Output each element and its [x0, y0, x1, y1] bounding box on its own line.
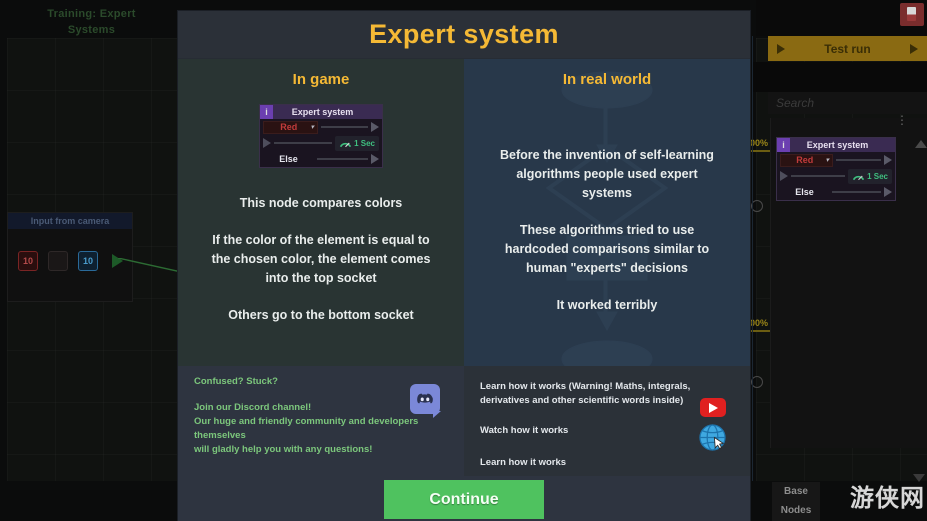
input-from-camera-card[interactable]: Input from camera 10 10 — [7, 212, 133, 302]
palette-menu-dots[interactable]: ⋮ — [896, 114, 908, 126]
demo-node-else-label: Else — [279, 154, 298, 164]
globe-icon[interactable] — [699, 424, 726, 451]
chip-empty[interactable] — [48, 251, 68, 271]
node-info-badge[interactable]: i — [777, 138, 790, 152]
input-chip-row: 10 10 — [8, 229, 132, 271]
modal-actions: Continue — [178, 476, 750, 521]
links-warning-text: Learn how it works (Warning! Maths, inte… — [480, 380, 734, 408]
panel-in-game-body: This node compares colors If the color o… — [178, 194, 464, 325]
modal-header: Expert system — [178, 11, 750, 59]
tutorial-modal: Expert system In game i Expert system Re… — [178, 11, 750, 521]
palette-scroll-up[interactable] — [915, 140, 927, 148]
in-game-paragraph-3: Others go to the bottom socket — [228, 308, 414, 322]
demo-node-expert-system[interactable]: i Expert system Red ▾ 1 Sec Else — [178, 104, 464, 168]
node-timer-label: 1 Sec — [867, 171, 888, 181]
panel-in-game: In game i Expert system Red ▾ 1 Sec Else… — [178, 59, 464, 366]
panel-in-real-world-body: Before the invention of self-learning al… — [464, 146, 750, 315]
demo-node-wire-else — [317, 158, 368, 160]
node-wire-else — [832, 191, 881, 193]
demo-node-socket-top-icon[interactable] — [371, 122, 379, 132]
node-timer[interactable]: 1 Sec — [848, 168, 892, 184]
demo-node-timer[interactable]: 1 Sec — [335, 135, 379, 151]
in-game-paragraph-2: If the color of the element is equal to … — [211, 233, 431, 285]
test-run-label: Test run — [824, 41, 871, 56]
site-watermark: 游侠网 — [850, 485, 925, 512]
demo-node-socket-bottom-icon[interactable] — [371, 154, 379, 164]
real-world-paragraph-2: These algorithms tried to use hardcoded … — [504, 223, 710, 275]
chip-blue[interactable]: 10 — [78, 251, 98, 271]
brush-tool-icon[interactable] — [900, 3, 924, 26]
modal-footer: Confused? Stuck? Join our Discord channe… — [178, 366, 750, 476]
panel-in-game-heading: In game — [292, 71, 350, 88]
discord-icon[interactable] — [410, 384, 441, 418]
right-panel-gap — [752, 62, 927, 92]
demo-node-socket-in-icon[interactable] — [263, 138, 271, 148]
real-world-paragraph-1: Before the invention of self-learning al… — [500, 148, 714, 200]
warning-line-2: derivatives and other scientific words i… — [480, 395, 684, 406]
tab-base-nodes[interactable]: Base Nodes — [772, 482, 820, 521]
footer-discord-section: Confused? Stuck? Join our Discord channe… — [178, 366, 464, 476]
chevron-down-icon: ▾ — [825, 157, 829, 164]
warning-line-1: Learn how it works (Warning! Maths, inte… — [480, 381, 691, 392]
panel-in-real-world: In real world Before the invention of se… — [464, 59, 750, 366]
play-right-icon — [909, 43, 918, 54]
demo-node-wire-top — [321, 126, 368, 128]
discord-glyph — [417, 393, 433, 404]
discord-line-3: will gladly help you with any questions! — [194, 444, 373, 455]
node-search-input[interactable]: Search — [768, 92, 927, 114]
training-title: Training: Expert Systems — [47, 8, 136, 36]
gauge-icon — [339, 142, 352, 147]
real-world-paragraph-3: It worked terribly — [556, 298, 658, 312]
node-else-label: Else — [795, 187, 814, 197]
node-wire-in — [791, 175, 846, 177]
demo-node-info-badge[interactable]: i — [260, 105, 273, 119]
demo-node-color-value: Red — [280, 122, 298, 132]
youtube-icon[interactable] — [700, 398, 726, 417]
chip-red[interactable]: 10 — [18, 251, 38, 271]
modal-title: Expert system — [369, 19, 559, 49]
discord-question: Confused? Stuck? — [194, 376, 278, 387]
gauge-icon — [852, 175, 865, 180]
panel-in-real-world-heading: In real world — [562, 71, 652, 88]
node-socket-in-icon[interactable] — [780, 171, 788, 181]
screen: Training: Expert Systems Input from came… — [0, 0, 927, 521]
play-left-icon — [777, 43, 785, 54]
node-color-value: Red — [796, 155, 814, 165]
demo-node-wire-in — [274, 142, 333, 144]
search-placeholder-text: Search — [776, 96, 815, 110]
node-wire-top — [836, 159, 881, 161]
node-title: Expert system — [806, 140, 869, 150]
modal-panels: In game i Expert system Red ▾ 1 Sec Else… — [178, 59, 750, 366]
input-card-header: Input from camera — [8, 213, 132, 229]
node-color-dropdown[interactable]: Red ▾ — [780, 153, 833, 167]
watch-how-it-works-label[interactable]: Watch how it works — [480, 424, 734, 438]
learn-how-it-works-label[interactable]: Learn how it works — [480, 456, 734, 470]
node-socket-top-icon[interactable] — [884, 155, 892, 165]
demo-node-color-dropdown[interactable]: Red ▾ — [263, 120, 318, 134]
chevron-down-icon: ▾ — [310, 124, 314, 131]
test-run-button[interactable]: Test run — [768, 36, 927, 61]
footer-links-section: Learn how it works (Warning! Maths, inte… — [464, 366, 750, 476]
continue-button[interactable]: Continue — [384, 480, 544, 519]
in-game-paragraph-1: This node compares colors — [239, 196, 403, 210]
demo-node-timer-label: 1 Sec — [354, 138, 375, 148]
palette-node-expert-system[interactable]: i Expert system Red ▾ 1 Sec Else — [776, 137, 896, 201]
node-socket-bottom-icon[interactable] — [884, 187, 892, 197]
discord-line-2: Our huge and friendly community and deve… — [194, 416, 419, 441]
demo-node-title: Expert system — [291, 107, 354, 117]
globe-glyph — [699, 424, 726, 451]
panel-divider — [752, 36, 753, 481]
